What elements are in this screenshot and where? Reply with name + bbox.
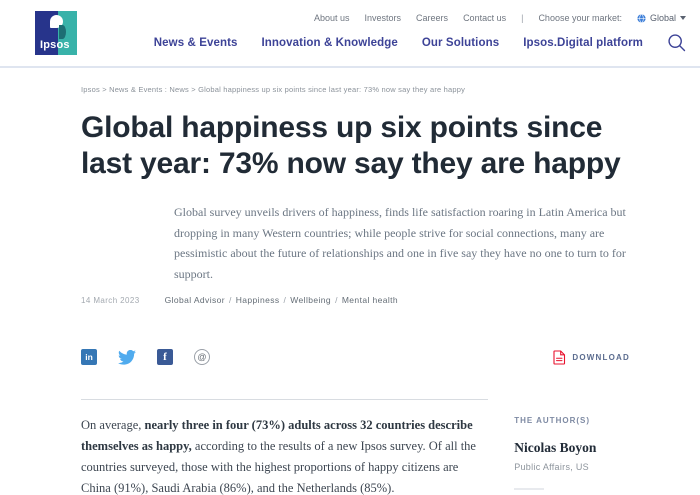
- tag-happiness[interactable]: Happiness: [236, 295, 280, 305]
- email-share-icon[interactable]: @: [194, 349, 210, 365]
- nav-innovation-knowledge[interactable]: Innovation & Knowledge: [262, 37, 398, 49]
- tag-global-advisor[interactable]: Global Advisor: [165, 295, 225, 305]
- author-role: Public Affairs, US: [514, 462, 630, 472]
- article-standfirst: Global survey unveils drivers of happine…: [174, 202, 630, 284]
- utility-nav: About us Investors Careers Contact us | …: [154, 13, 686, 23]
- main-nav: News & Events Innovation & Knowledge Our…: [154, 33, 686, 52]
- facebook-icon[interactable]: f: [157, 349, 173, 365]
- pdf-icon: [553, 350, 566, 365]
- nav-investors[interactable]: Investors: [365, 13, 402, 23]
- authors-heading: THE AUTHOR(S): [514, 416, 630, 425]
- page: Ipsos About us Investors Careers Contact…: [0, 0, 700, 495]
- download-label: DOWNLOAD: [572, 353, 630, 362]
- tag-separator: /: [229, 295, 232, 305]
- site-header: Ipsos About us Investors Careers Contact…: [0, 0, 700, 68]
- body-paragraph: On average, nearly three in four (73%) a…: [81, 415, 488, 495]
- linkedin-icon[interactable]: in: [81, 349, 97, 365]
- body-text-start: On average,: [81, 418, 145, 432]
- globe-icon: [637, 14, 646, 23]
- tag-separator: /: [284, 295, 287, 305]
- authors-panel: THE AUTHOR(S) Nicolas Boyon Public Affai…: [514, 399, 630, 495]
- share-row: in f @ DOWNLOAD: [81, 349, 630, 365]
- nav-ipsos-digital[interactable]: Ipsos.Digital platform: [523, 37, 643, 49]
- tag-wellbeing[interactable]: Wellbeing: [290, 295, 331, 305]
- twitter-icon[interactable]: [118, 350, 136, 365]
- publish-date: 14 March 2023: [81, 296, 140, 305]
- logo-curl-shape: [59, 25, 66, 39]
- search-icon[interactable]: [667, 33, 686, 52]
- nav-careers[interactable]: Careers: [416, 13, 448, 23]
- nav-divider: |: [521, 13, 523, 23]
- breadcrumb[interactable]: Ipsos > News & Events : News > Global ha…: [81, 85, 630, 94]
- tag-list: Global Advisor/Happiness/Wellbeing/Menta…: [165, 295, 398, 305]
- market-label: Choose your market:: [538, 13, 622, 23]
- content-row: On average, nearly three in four (73%) a…: [81, 399, 630, 495]
- page-title: Global happiness up six points since las…: [81, 110, 630, 182]
- logo-wordmark: Ipsos: [40, 39, 70, 51]
- share-icons: in f @: [81, 349, 210, 365]
- article-meta: 14 March 2023 Global Advisor/Happiness/W…: [81, 295, 630, 305]
- tag-mental-health[interactable]: Mental health: [342, 295, 398, 305]
- nav-news-events[interactable]: News & Events: [154, 37, 238, 49]
- ipsos-logo[interactable]: Ipsos: [35, 11, 77, 55]
- article-body: On average, nearly three in four (73%) a…: [81, 399, 488, 495]
- tag-separator: /: [335, 295, 338, 305]
- market-value: Global: [650, 13, 676, 23]
- header-nav-stack: About us Investors Careers Contact us | …: [154, 13, 686, 52]
- nav-our-solutions[interactable]: Our Solutions: [422, 37, 499, 49]
- nav-about-us[interactable]: About us: [314, 13, 350, 23]
- article-main: Ipsos > News & Events : News > Global ha…: [0, 85, 700, 495]
- market-selector[interactable]: Global: [637, 13, 686, 23]
- author-name[interactable]: Nicolas Boyon: [514, 440, 630, 456]
- nav-contact-us[interactable]: Contact us: [463, 13, 506, 23]
- author-divider: [514, 488, 544, 490]
- chevron-down-icon: [680, 16, 686, 20]
- download-link[interactable]: DOWNLOAD: [553, 350, 630, 365]
